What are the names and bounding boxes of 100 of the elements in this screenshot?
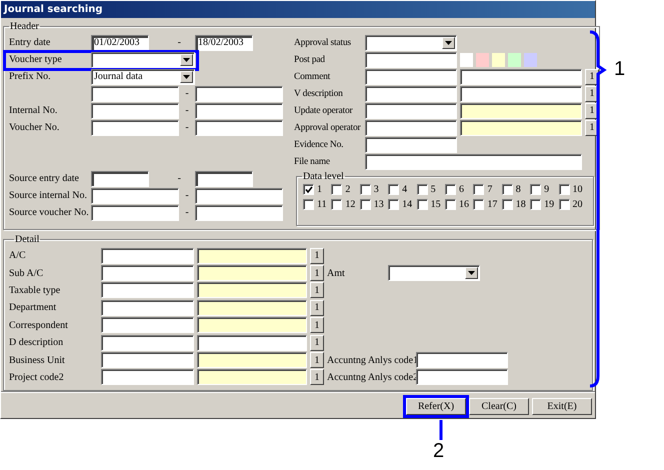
lookup-button[interactable]: 1	[310, 369, 324, 386]
dropdown-field[interactable]: Journal data	[91, 68, 195, 84]
dropdown-button[interactable]	[465, 267, 478, 280]
color-swatch[interactable]	[508, 52, 521, 66]
input-field[interactable]	[91, 120, 179, 136]
checkbox[interactable]	[388, 199, 400, 210]
dropdown-button[interactable]	[442, 36, 455, 48]
input-field[interactable]	[197, 265, 307, 282]
input-field[interactable]	[197, 248, 307, 264]
input-field[interactable]	[195, 204, 283, 220]
field-label: Prefix No.	[9, 71, 52, 82]
input-field[interactable]	[197, 352, 307, 368]
input-field[interactable]	[197, 282, 307, 298]
checkbox-label: 2	[345, 184, 350, 195]
color-swatch[interactable]	[524, 52, 537, 66]
checked-checkbox[interactable]	[303, 184, 314, 195]
input-field[interactable]	[365, 120, 457, 136]
checkbox-label: 8	[516, 184, 521, 195]
field-label: Evidence No.	[294, 140, 344, 150]
input-field[interactable]	[195, 102, 283, 118]
input-field[interactable]	[197, 300, 307, 316]
checkbox[interactable]	[331, 199, 342, 210]
field-label: Business Unit	[9, 354, 66, 366]
checkbox[interactable]	[416, 199, 428, 210]
input-field[interactable]	[197, 317, 307, 334]
date-field[interactable]: 18/02/2003	[195, 34, 253, 50]
checkbox[interactable]	[303, 199, 314, 210]
lookup-button[interactable]: 1	[310, 334, 324, 351]
checkbox[interactable]	[331, 184, 342, 195]
checkbox[interactable]	[558, 199, 570, 210]
color-swatch[interactable]	[460, 52, 473, 66]
input-field[interactable]	[460, 68, 582, 84]
input-field[interactable]	[91, 102, 179, 118]
checkbox[interactable]	[530, 199, 542, 210]
checkbox[interactable]	[473, 184, 484, 195]
lookup-button[interactable]: 1	[310, 248, 324, 264]
lookup-button[interactable]: 1	[310, 282, 324, 298]
input-field[interactable]	[460, 102, 582, 118]
date-field[interactable]: 01/02/2003	[91, 34, 149, 50]
input-field[interactable]	[101, 282, 194, 298]
checkbox[interactable]	[502, 184, 513, 195]
input-field[interactable]	[101, 352, 194, 368]
dropdown-button[interactable]	[180, 70, 193, 82]
dialog-button[interactable]: Exit(E)	[532, 398, 592, 415]
input-field[interactable]	[101, 265, 194, 282]
input-field[interactable]	[365, 154, 582, 170]
input-field[interactable]	[365, 52, 457, 68]
lookup-button[interactable]: 1	[310, 317, 324, 334]
input-field[interactable]	[101, 334, 194, 351]
input-field[interactable]	[365, 136, 457, 152]
input-field[interactable]	[195, 120, 283, 136]
date-field[interactable]	[195, 170, 253, 186]
dialog-button[interactable]: Clear(C)	[469, 398, 529, 415]
input-field[interactable]	[365, 102, 457, 118]
checkbox[interactable]	[473, 199, 484, 210]
checkbox[interactable]	[388, 184, 400, 195]
dropdown-field[interactable]	[365, 34, 457, 50]
checkbox[interactable]	[360, 184, 371, 195]
dialog-button[interactable]: Refer(X)	[406, 398, 466, 415]
lookup-button[interactable]: 1	[310, 352, 324, 368]
input-field[interactable]	[101, 300, 194, 316]
input-field[interactable]	[91, 86, 179, 102]
input-field[interactable]	[195, 188, 283, 204]
dropdown-field[interactable]	[388, 265, 480, 282]
input-field[interactable]	[101, 369, 194, 386]
color-swatch[interactable]	[476, 52, 489, 66]
input-field[interactable]	[416, 369, 508, 386]
field-label: File name	[294, 156, 331, 166]
dropdown-button[interactable]	[180, 54, 193, 66]
input-field[interactable]	[460, 120, 582, 136]
checkbox[interactable]	[558, 184, 570, 195]
input-field[interactable]	[91, 204, 179, 220]
input-field[interactable]	[101, 317, 194, 334]
range-dash: -	[176, 173, 182, 184]
lookup-button[interactable]: 1	[310, 265, 324, 282]
input-field[interactable]	[91, 188, 179, 204]
input-field[interactable]	[416, 352, 508, 368]
checkbox[interactable]	[444, 199, 456, 210]
input-field[interactable]	[197, 369, 307, 386]
field-label: Project code2	[9, 372, 65, 383]
dropdown-field[interactable]	[91, 52, 195, 68]
caret-icon	[445, 40, 452, 44]
checkbox[interactable]	[416, 184, 428, 195]
input-field[interactable]	[101, 248, 194, 264]
input-field[interactable]	[365, 86, 457, 102]
lookup-button[interactable]: 1	[310, 300, 324, 316]
checkbox[interactable]	[444, 184, 456, 195]
field-label: Source voucher No.	[9, 207, 90, 218]
color-swatch[interactable]	[492, 52, 505, 66]
window-title: Journal searching	[1, 1, 595, 18]
checkbox[interactable]	[360, 199, 371, 210]
input-field[interactable]	[460, 86, 582, 102]
field-label: Voucher type	[9, 54, 63, 65]
checkbox[interactable]	[502, 199, 513, 210]
input-field[interactable]	[195, 86, 283, 102]
date-field[interactable]	[91, 170, 149, 186]
input-field[interactable]	[365, 68, 457, 84]
checkbox-label: 5	[430, 184, 436, 195]
checkbox[interactable]	[530, 184, 542, 195]
input-field[interactable]	[197, 334, 307, 351]
